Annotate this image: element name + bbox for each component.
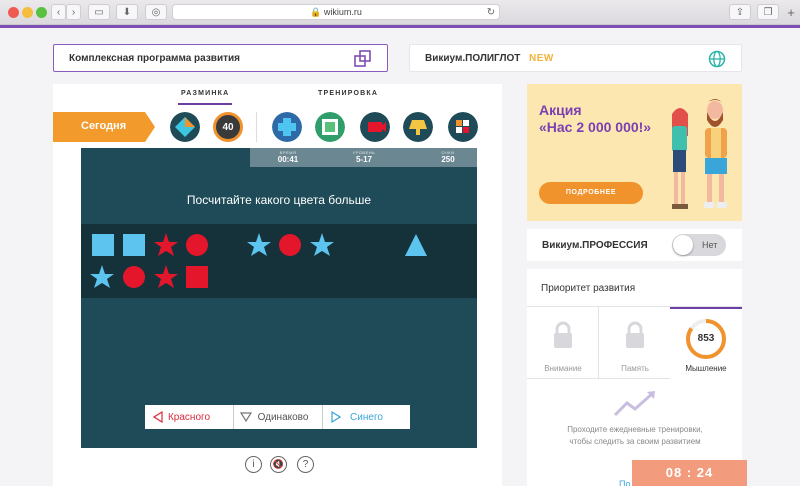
promo-more-button[interactable]: ПОДРОБНЕЕ [539,182,643,204]
priority-tab-label: Внимание [544,364,582,373]
sound-off-icon[interactable]: 🔇 [270,456,287,473]
sidebar-toggle-icon[interactable]: ▭ [88,4,110,20]
back-button[interactable]: ‹ [51,4,66,20]
priority-note: Проходите ежедневные тренировки, чтобы с… [567,425,703,446]
priority-tab-thinking[interactable]: 853 Мышление [670,307,742,379]
answer-blue-label: Синего [350,411,383,423]
stat-level: УРОВЕНЬ 5-17 [352,150,376,164]
blue-star [310,233,334,256]
minimize-window-button[interactable] [22,7,33,18]
question-text: Посчитайте какого цвета больше [186,193,372,207]
answer-buttons: Красного Одинаково Синего [145,405,410,429]
arrow-right-icon [331,411,341,423]
red-circle [123,266,145,288]
promo-people-illustration [672,99,727,209]
priority-tab-label: Мышление [685,364,727,373]
priority-tabs: Внимание Память 853 Мышление [527,306,742,379]
share-icon[interactable]: ⇪ [729,4,751,20]
address-bar[interactable]: 🔒 wikium.ru [172,4,500,20]
windows-icon [354,50,371,67]
blue-star [247,233,271,256]
priority-tab-label: Память [621,364,649,373]
priority-link[interactable]: По [619,479,630,486]
red-circle [279,234,301,256]
reload-icon[interactable]: ↻ [484,4,498,20]
priority-title: Приоритет развития [541,283,636,294]
today-label: Сегодня [81,120,127,132]
tabs-overview-icon[interactable]: ❐ [757,4,779,20]
tab-training[interactable]: ТРЕНИРОВКА [318,90,378,97]
browser-toolbar: ‹ › ▭ ⬇ ◎ 🔒 wikium.ru ↻ ⇪ ❐ + [0,0,800,25]
arrow-left-icon [153,411,163,423]
answer-equal-button[interactable]: Одинаково [234,405,323,429]
stat-score: ОЧКИ 250 [441,150,455,164]
frame-game-icon[interactable] [315,112,345,142]
zoom-window-button[interactable] [36,7,47,18]
help-icon[interactable]: ? [297,456,314,473]
answer-red-label: Красного [167,411,211,423]
blue-square [123,234,145,256]
warmup-level: 40 [222,121,234,133]
session-timer: 08 : 24 [632,460,747,486]
profession-card: Викиум.ПРОФЕССИЯ Нет [527,229,742,261]
arrow-down-icon [240,412,252,422]
toggle-knob [673,235,693,255]
extension-icon[interactable]: ◎ [145,4,167,20]
program-card[interactable]: Комплексная программа развития [53,44,388,72]
level-40-icon[interactable]: 40 [213,112,243,142]
lock-icon [626,321,644,348]
priority-tab-memory[interactable]: Память [599,307,671,379]
lock-icon: 🔒 [310,7,322,17]
priority-tab-attention[interactable]: Внимание [527,307,599,379]
promo-banner[interactable]: Акция «Нас 2 000 000!» ПОДРОБНЕЕ [527,84,742,221]
shapes-board [81,224,477,298]
answer-equal-label: Одинаково [257,411,309,423]
lock-icon [554,321,572,348]
polyglot-label: Викиум.ПОЛИГЛОТ [425,53,521,64]
divider [256,112,257,142]
tab-warmup[interactable]: РАЗМИНКА [181,90,229,97]
promo-title: Акция «Нас 2 000 000!» [539,102,652,135]
camera-game-icon[interactable] [360,112,390,142]
url-text: wikium.ru [323,7,362,17]
thinking-score: 853 [697,333,715,344]
red-star [154,233,178,256]
forward-button[interactable]: › [66,4,81,20]
grid-game-icon[interactable] [448,112,478,142]
red-circle [186,234,208,256]
plus-game-icon[interactable] [272,112,302,142]
blue-star [90,265,114,288]
stat-time: ВРЕМЯ 00:41 [277,150,299,164]
game-area: ВРЕМЯ 00:41 УРОВЕНЬ 5-17 ОЧКИ 250 Посчит… [81,148,477,448]
active-tab-underline [178,103,232,105]
growth-chart-icon [613,391,655,417]
profession-label: Викиум.ПРОФЕССИЯ [542,240,648,251]
toggle-state: Нет [702,240,718,250]
answer-red-button[interactable]: Красного [145,405,234,429]
answer-blue-button[interactable]: Синего [323,405,410,429]
diamond-game-icon[interactable] [170,112,200,142]
priority-card: Приоритет развития Внимание Память 853 М… [527,269,742,486]
lamp-game-icon[interactable] [403,112,433,142]
new-badge: NEW [529,53,554,64]
stats-bar: ВРЕМЯ 00:41 УРОВЕНЬ 5-17 ОЧКИ 250 [250,148,477,167]
globe-icon [708,50,726,68]
downloads-icon[interactable]: ⬇ [116,4,138,20]
info-icon[interactable]: i [245,456,262,473]
close-window-button[interactable] [8,7,19,18]
new-tab-button[interactable]: + [784,4,798,20]
profession-toggle[interactable]: Нет [672,234,726,256]
red-square [186,266,208,288]
blue-square [92,234,114,256]
red-star [154,265,178,288]
program-label: Комплексная программа развития [69,53,240,64]
polyglot-card[interactable]: Викиум.ПОЛИГЛОТ NEW [409,44,742,72]
blue-triangle [405,234,427,256]
